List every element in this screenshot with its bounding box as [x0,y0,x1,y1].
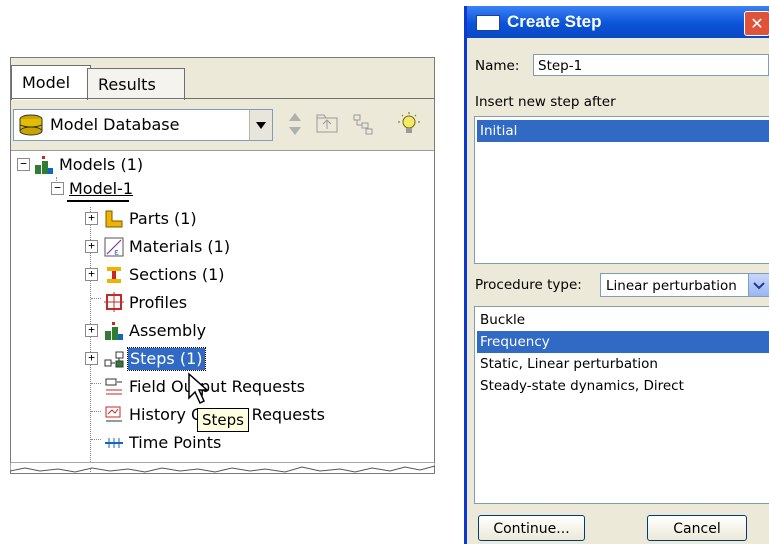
tree-item-assembly[interactable]: Assembly [129,320,206,342]
expand-toggle[interactable]: + [85,268,98,281]
list-item[interactable]: Initial [477,120,769,142]
models-icon [35,156,53,174]
torn-edge [10,462,435,473]
cancel-button[interactable]: Cancel [647,515,747,541]
procedure-type-select[interactable]: Linear perturbation [600,273,769,297]
tree-connector [91,383,101,384]
dialog-titlebar[interactable]: Create Step ✕ [467,6,769,38]
tree-item-field-output[interactable]: Field Output Requests [129,376,305,398]
tree-connector [91,411,101,412]
list-item[interactable]: Buckle [477,309,769,331]
tree-connector [91,298,101,299]
field-output-icon [105,378,122,395]
sections-icon [107,267,121,283]
model-1-underline [67,200,129,202]
time-points-icon [105,438,123,448]
list-item[interactable]: Frequency [477,331,769,353]
sort-arrows-icon[interactable] [281,110,309,138]
list-item[interactable]: Static, Linear perturbation [477,353,769,375]
tree-item-parts[interactable]: Parts (1) [129,208,197,230]
tab-divider [11,98,434,99]
database-icon [19,114,43,136]
expand-toggle[interactable]: + [85,240,98,253]
lightbulb-icon[interactable] [395,110,423,138]
model-database-label: Model Database [50,115,180,134]
tab-results[interactable]: Results [87,68,185,100]
tree-toolbar: Model Database [13,108,428,142]
close-icon[interactable]: ✕ [744,11,769,36]
expand-toggle[interactable]: + [85,324,98,337]
tree-item-sections[interactable]: Sections (1) [129,264,225,286]
assembly-icon [105,322,123,340]
parts-icon [105,210,123,228]
collapse-toggle[interactable]: − [51,182,64,195]
expand-toggle[interactable]: + [85,352,98,365]
expand-toggle[interactable]: + [85,212,98,225]
procedure-type-label: Procedure type: [475,277,582,293]
chevron-down-icon[interactable] [249,110,272,140]
mouse-cursor-icon [188,372,209,405]
model-database-select[interactable]: Model Database [13,109,273,141]
name-label: Name: [475,58,520,74]
list-item[interactable]: Steady-state dynamics, Direct [477,375,769,397]
window-icon [476,15,500,31]
steps-tooltip: Steps [197,408,249,432]
tree-item-model-1[interactable]: Model-1 [69,178,133,200]
tree-item-steps[interactable]: Steps (1) [127,347,206,371]
tab-model[interactable]: Model [11,65,91,100]
insert-after-label: Insert new step after [475,94,616,110]
tree-item-models[interactable]: Models (1) [59,154,143,176]
insert-after-list[interactable]: Initial [474,116,769,264]
create-step-dialog: Create Step ✕ Name: Step-1 Insert new st… [464,6,769,544]
svg-text:ε: ε [114,248,119,258]
tree-item-materials[interactable]: Materials (1) [129,236,230,258]
tab-bar: Model Results [11,58,434,102]
filter-tree-icon[interactable] [349,110,377,138]
tree-connector [91,439,101,440]
tree-item-profiles[interactable]: Profiles [129,292,187,314]
chevron-down-icon[interactable] [748,274,769,296]
steps-icon [104,351,124,368]
profiles-icon [104,292,124,312]
step-name-input[interactable]: Step-1 [533,54,769,76]
collapse-toggle[interactable]: − [17,158,30,171]
procedure-type-value: Linear perturbation [606,278,737,294]
continue-button[interactable]: Continue... [478,515,585,541]
materials-icon: ε [104,237,124,258]
folder-up-icon[interactable] [313,110,341,138]
dialog-title: Create Step [507,12,602,31]
procedure-list[interactable]: Buckle Frequency Static, Linear perturba… [474,306,769,504]
tree-item-time-points[interactable]: Time Points [129,432,221,454]
history-output-icon [105,406,122,422]
